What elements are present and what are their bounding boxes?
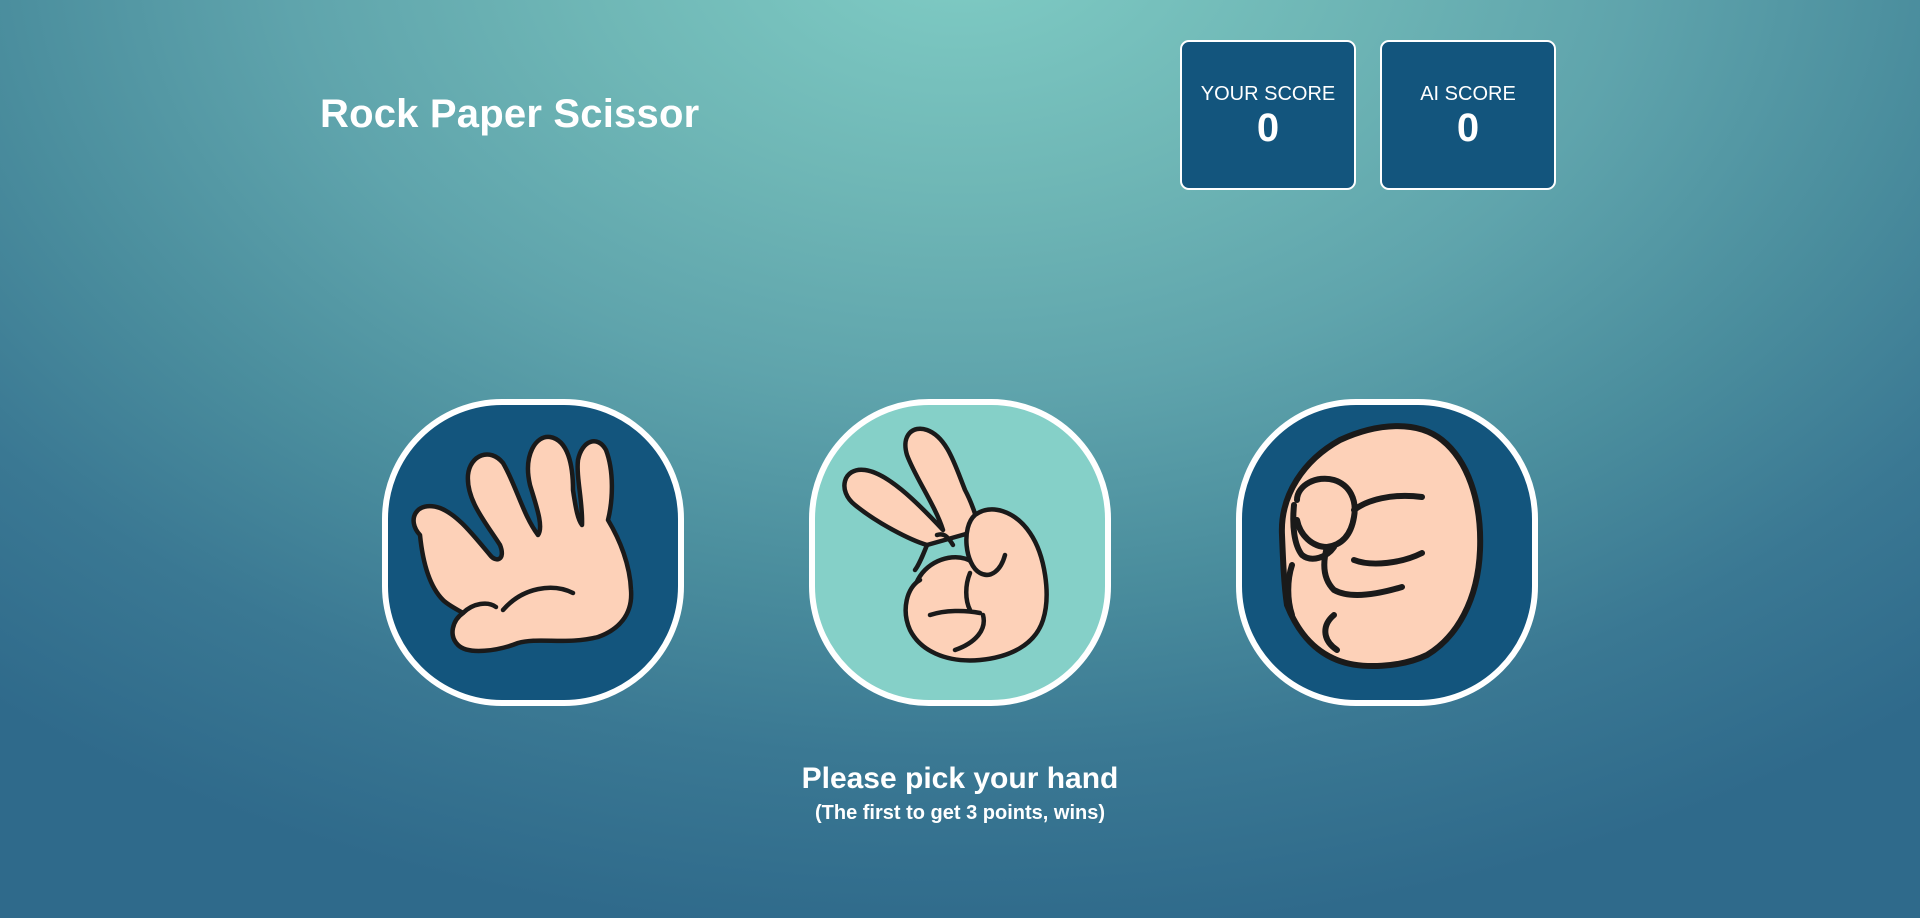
pick-hand-prompt: Please pick your hand bbox=[801, 762, 1119, 795]
player-score-label: YOUR SCORE bbox=[1200, 83, 1336, 105]
paper-choice-button[interactable] bbox=[382, 399, 684, 706]
paper-hand-icon bbox=[411, 434, 634, 654]
player-score-value: 0 bbox=[1256, 106, 1280, 150]
scissor-hand-icon bbox=[842, 426, 1049, 663]
rock-choice-button[interactable] bbox=[1236, 399, 1538, 706]
scissor-choice-button[interactable] bbox=[809, 399, 1111, 706]
ai-score-label: AI SCORE bbox=[1420, 83, 1516, 105]
rules-hint: (The first to get 3 points, wins) bbox=[815, 802, 1105, 824]
player-score-card: YOUR SCORE 0 bbox=[1180, 40, 1356, 190]
game-title: Rock Paper Scissor bbox=[320, 92, 700, 136]
ai-score-card: AI SCORE 0 bbox=[1380, 40, 1556, 190]
rock-hand-icon bbox=[1278, 423, 1484, 670]
ai-score-value: 0 bbox=[1456, 106, 1480, 150]
